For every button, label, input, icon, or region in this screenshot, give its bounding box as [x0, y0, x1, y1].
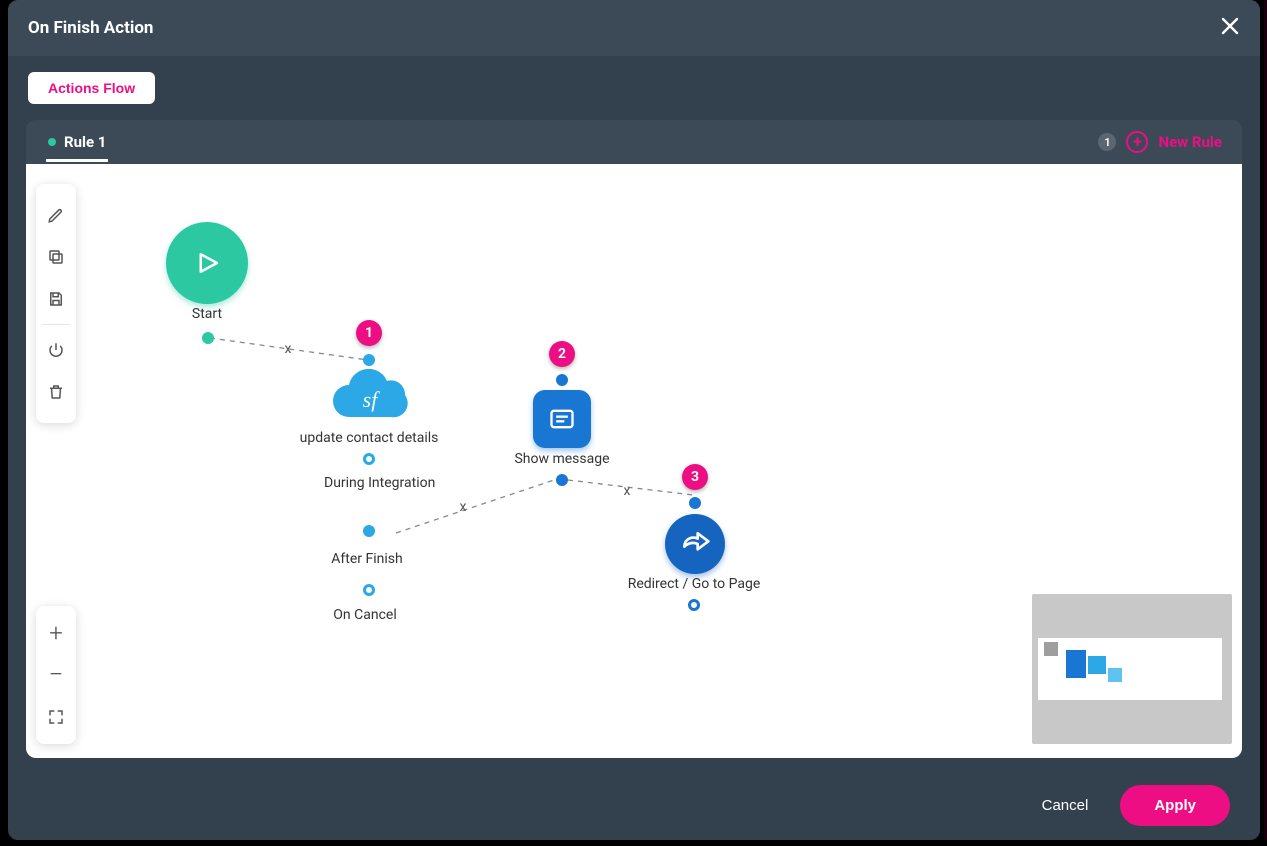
node-1-badge: 1 — [356, 320, 382, 346]
connection-delete-3[interactable]: x — [624, 483, 631, 499]
node-2-output-port[interactable] — [556, 474, 568, 486]
subbar: Actions Flow — [8, 56, 1260, 120]
node-2-badge: 2 — [549, 341, 575, 367]
tab-rule-1[interactable]: Rule 1 — [46, 123, 108, 162]
node-1-input-port[interactable] — [363, 354, 375, 366]
minimap-viewport — [1038, 638, 1222, 700]
new-rule-label: New Rule — [1158, 133, 1222, 151]
canvas-toolbar-top — [36, 184, 76, 423]
edit-icon[interactable] — [36, 194, 76, 236]
node-3-output-port[interactable] — [688, 599, 700, 611]
node-2-label: Show message — [514, 451, 609, 467]
node-3-badge: 3 — [682, 464, 708, 490]
node-3-redirect[interactable] — [665, 514, 725, 574]
minimap-block — [1088, 656, 1106, 674]
node-1-sub1: During Integration — [324, 474, 434, 492]
save-icon[interactable] — [36, 278, 76, 320]
start-label: Start — [192, 306, 222, 322]
fullscreen-icon[interactable] — [36, 696, 76, 738]
node-1-sub3: On Cancel — [333, 607, 396, 623]
apply-button[interactable]: Apply — [1120, 785, 1230, 826]
rule-tabbar: Rule 1 1 + New Rule — [26, 120, 1242, 164]
node-1-label: update contact details — [300, 430, 439, 446]
node-1-port-during[interactable] — [363, 453, 375, 465]
modal-titlebar: On Finish Action — [8, 0, 1260, 56]
start-output-port[interactable] — [202, 332, 214, 344]
node-1-port-cancel[interactable] — [363, 584, 375, 596]
plus-circle-icon: + — [1126, 131, 1148, 153]
modal-footer: Cancel Apply — [8, 770, 1260, 840]
trash-icon[interactable] — [36, 371, 76, 413]
flow-canvas[interactable]: + − Start x 1 sf update contact d — [26, 164, 1242, 758]
node-3-label: Redirect / Go to Page — [628, 576, 761, 592]
rule-tab-label: Rule 1 — [64, 133, 106, 151]
active-dot-icon — [48, 138, 56, 146]
minimap-block — [1044, 642, 1058, 656]
connection-delete-1[interactable]: x — [285, 341, 292, 357]
canvas-toolbar-bottom: + − — [36, 606, 76, 744]
rule-count-badge: 1 — [1098, 133, 1116, 151]
node-2-input-port[interactable] — [556, 374, 568, 386]
copy-icon[interactable] — [36, 236, 76, 278]
node-3-input-port[interactable] — [689, 497, 701, 509]
minimap[interactable] — [1032, 594, 1232, 744]
power-icon[interactable] — [36, 329, 76, 371]
modal-title: On Finish Action — [28, 18, 153, 38]
minimap-block — [1108, 668, 1122, 682]
close-icon[interactable] — [1220, 16, 1240, 40]
on-finish-action-modal: On Finish Action Actions Flow Rule 1 1 +… — [8, 0, 1260, 840]
zoom-in-icon[interactable]: + — [36, 612, 76, 654]
actions-flow-button[interactable]: Actions Flow — [28, 72, 155, 104]
node-1-salesforce[interactable]: sf — [327, 369, 413, 425]
new-rule-button[interactable]: 1 + New Rule — [1098, 131, 1222, 153]
cancel-button[interactable]: Cancel — [1036, 796, 1095, 815]
start-node[interactable] — [166, 222, 248, 304]
minimap-block — [1066, 650, 1086, 678]
node-1-sub2: After Finish — [331, 551, 402, 567]
node-2-show-message[interactable] — [533, 390, 591, 448]
toolbar-separator — [42, 324, 70, 325]
connection-delete-2[interactable]: x — [460, 499, 467, 515]
node-1-port-after[interactable] — [363, 525, 375, 537]
zoom-out-icon[interactable]: − — [36, 654, 76, 696]
